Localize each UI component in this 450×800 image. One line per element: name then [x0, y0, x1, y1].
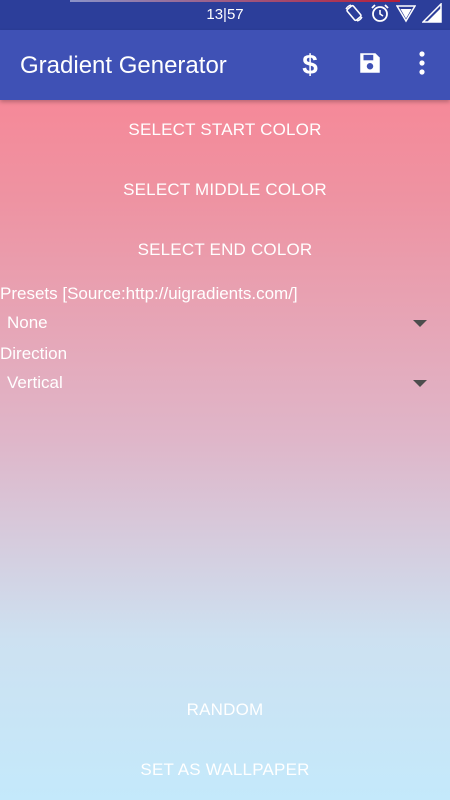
set-as-wallpaper-button[interactable]: SET AS WALLPAPER: [0, 740, 450, 800]
app-bar: Gradient Generator $: [0, 30, 450, 100]
status-icons: [344, 1, 442, 28]
rotate-icon: [344, 3, 364, 28]
select-end-color-button[interactable]: SELECT END COLOR: [0, 220, 450, 280]
wifi-icon: [395, 3, 417, 28]
select-middle-color-button[interactable]: SELECT MIDDLE COLOR: [0, 160, 450, 220]
direction-selected-value: Vertical: [7, 373, 63, 392]
app-title: Gradient Generator: [20, 52, 227, 79]
direction-dropdown[interactable]: Vertical: [0, 368, 450, 398]
alarm-icon: [370, 3, 390, 28]
presets-label: Presets [Source:http://uigradients.com/]: [0, 284, 298, 303]
select-start-color-button[interactable]: SELECT START COLOR: [0, 100, 450, 160]
dropdown-arrow-icon: [413, 379, 427, 387]
presets-selected-value: None: [7, 313, 48, 332]
status-bar: 13|57: [0, 0, 450, 30]
signal-icon: [421, 1, 442, 28]
more-options-button[interactable]: [398, 30, 446, 100]
presets-dropdown[interactable]: None: [0, 308, 450, 338]
more-vert-icon: [418, 50, 426, 81]
dropdown-arrow-icon: [413, 319, 427, 327]
save-icon: [357, 50, 383, 81]
random-button[interactable]: RANDOM: [0, 680, 450, 740]
save-button[interactable]: [346, 30, 394, 100]
direction-label: Direction: [0, 344, 68, 363]
donate-button[interactable]: $: [286, 30, 334, 100]
